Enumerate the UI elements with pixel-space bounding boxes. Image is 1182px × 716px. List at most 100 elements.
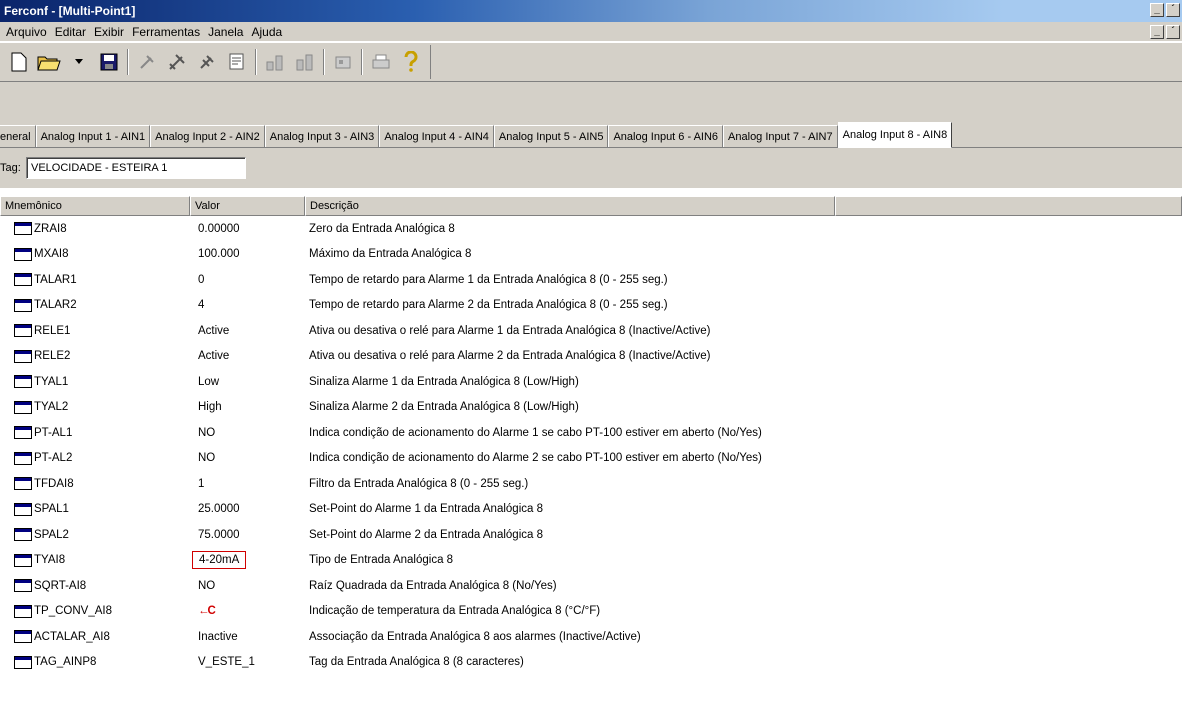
table-row[interactable]: TALAR2 4 Tempo de retardo para Alarme 2 …: [0, 293, 1182, 319]
row-value[interactable]: NO: [190, 452, 305, 464]
row-value[interactable]: Low: [190, 376, 305, 388]
table-row[interactable]: ACTALAR_AI8 Inactive Associação da Entra…: [0, 624, 1182, 650]
tab-ain7[interactable]: Analog Input 7 - AIN7: [723, 125, 838, 147]
row-value[interactable]: 75.0000: [190, 529, 305, 541]
table-row[interactable]: SPAL2 75.0000 Set-Point do Alarme 2 da E…: [0, 522, 1182, 548]
tab-strip: eneral Analog Input 1 - AIN1 Analog Inpu…: [0, 122, 1182, 148]
open-folder-icon[interactable]: [36, 49, 62, 75]
column-header-description[interactable]: Descrição: [305, 196, 835, 216]
child-minimize-button[interactable]: _: [1150, 25, 1164, 39]
row-mnemonic: SQRT-AI8: [34, 579, 87, 592]
column-header-value[interactable]: Valor: [190, 196, 305, 216]
row-value[interactable]: 0.00000: [190, 223, 305, 235]
row-value[interactable]: Inactive: [190, 631, 305, 643]
row-value[interactable]: 0: [190, 274, 305, 286]
table-row[interactable]: TYAL2 High Sinaliza Alarme 2 da Entrada …: [0, 395, 1182, 421]
row-value[interactable]: 25.0000: [190, 503, 305, 515]
parameter-table: Mnemônico Valor Descrição ZRAI8 0.00000 …: [0, 196, 1182, 675]
download-icon[interactable]: [262, 49, 288, 75]
highlighted-value[interactable]: 4-20mA: [192, 551, 247, 570]
parameter-icon: [14, 579, 32, 593]
connect-alt-icon[interactable]: [194, 49, 220, 75]
row-value[interactable]: NO: [190, 580, 305, 592]
table-row[interactable]: RELE1 Active Ativa ou desativa o relé pa…: [0, 318, 1182, 344]
module-icon[interactable]: [330, 49, 356, 75]
row-description: Indica condição de acionamento do Alarme…: [309, 426, 762, 439]
row-description: Indica condição de acionamento do Alarme…: [309, 452, 762, 465]
menu-ajuda[interactable]: Ajuda: [251, 25, 282, 39]
table-row[interactable]: SPAL1 25.0000 Set-Point do Alarme 1 da E…: [0, 497, 1182, 523]
row-description: Tag da Entrada Analógica 8 (8 caracteres…: [309, 656, 524, 669]
row-mnemonic: RELE2: [34, 350, 71, 363]
table-row[interactable]: TYAI8 4-20mA Tipo de Entrada Analógica 8: [0, 548, 1182, 574]
row-mnemonic: TALAR2: [34, 299, 77, 312]
column-header-empty: [835, 196, 1182, 216]
window-title: Ferconf - [Multi-Point1]: [4, 4, 136, 18]
row-mnemonic: RELE1: [34, 324, 71, 337]
table-row[interactable]: SQRT-AI8 NO Raíz Quadrada da Entrada Ana…: [0, 573, 1182, 599]
tag-input[interactable]: [26, 157, 246, 179]
column-header-mnemonic[interactable]: Mnemônico: [0, 196, 190, 216]
row-description: Sinaliza Alarme 2 da Entrada Analógica 8…: [309, 401, 579, 414]
disconnect-icon[interactable]: [134, 49, 160, 75]
table-row[interactable]: PT-AL2 NO Indica condição de acionamento…: [0, 446, 1182, 472]
minimize-button[interactable]: _: [1150, 3, 1164, 17]
table-row[interactable]: PT-AL1 NO Indica condição de acionamento…: [0, 420, 1182, 446]
row-value[interactable]: ←C: [198, 605, 216, 617]
table-row[interactable]: TALAR1 0 Tempo de retardo para Alarme 1 …: [0, 267, 1182, 293]
parameter-icon: [14, 477, 32, 491]
row-value[interactable]: Active: [190, 350, 305, 362]
toolbar-group: [4, 45, 431, 79]
row-value[interactable]: NO: [190, 427, 305, 439]
table-row[interactable]: RELE2 Active Ativa ou desativa o relé pa…: [0, 344, 1182, 370]
row-mnemonic: PT-AL1: [34, 426, 73, 439]
tab-ain6[interactable]: Analog Input 6 - AIN6: [608, 125, 724, 147]
tab-ain1[interactable]: Analog Input 1 - AIN1: [35, 125, 151, 147]
parameter-icon: [14, 655, 32, 669]
row-mnemonic: TALAR1: [34, 273, 77, 286]
tag-row: Tag:: [0, 148, 1182, 188]
table-row[interactable]: MXAI8 100.000 Máximo da Entrada Analógic…: [0, 242, 1182, 268]
table-row[interactable]: TAG_AINP8 V_ESTE_1 Tag da Entrada Analóg…: [0, 650, 1182, 676]
row-description: Zero da Entrada Analógica 8: [309, 222, 455, 235]
tab-general[interactable]: eneral: [0, 125, 36, 147]
child-restore-button[interactable]: ´: [1166, 25, 1180, 39]
row-value[interactable]: High: [190, 401, 305, 413]
print-icon[interactable]: [368, 49, 394, 75]
menu-janela[interactable]: Janela: [208, 25, 243, 39]
table-row[interactable]: TFDAI8 1 Filtro da Entrada Analógica 8 (…: [0, 471, 1182, 497]
menu-arquivo[interactable]: Arquivo: [6, 25, 47, 39]
upload-icon[interactable]: [292, 49, 318, 75]
new-file-icon[interactable]: [6, 49, 32, 75]
tab-ain5[interactable]: Analog Input 5 - AIN5: [493, 125, 609, 147]
save-icon[interactable]: [96, 49, 122, 75]
menu-exibir[interactable]: Exibir: [94, 25, 124, 39]
connect-icon[interactable]: [164, 49, 190, 75]
table-row[interactable]: TP_CONV_AI8 ←C Indicação de temperatura …: [0, 599, 1182, 625]
row-value[interactable]: 4: [190, 299, 305, 311]
table-row[interactable]: ZRAI8 0.00000 Zero da Entrada Analógica …: [0, 216, 1182, 242]
row-value[interactable]: V_ESTE_1: [190, 656, 305, 668]
tab-ain8[interactable]: Analog Input 8 - AIN8: [837, 122, 953, 148]
row-description: Filtro da Entrada Analógica 8 (0 - 255 s…: [309, 477, 529, 490]
row-description: Associação da Entrada Analógica 8 aos al…: [309, 630, 641, 643]
row-description: Tipo de Entrada Analógica 8: [309, 554, 454, 567]
row-description: Tempo de retardo para Alarme 1 da Entrad…: [309, 273, 668, 286]
tab-ain2[interactable]: Analog Input 2 - AIN2: [150, 125, 265, 147]
menu-ferramentas[interactable]: Ferramentas: [132, 25, 200, 39]
monitor-icon[interactable]: [224, 49, 250, 75]
parameter-icon: [14, 426, 32, 440]
menu-editar[interactable]: Editar: [55, 25, 86, 39]
row-value[interactable]: 1: [190, 478, 305, 490]
row-description: Raíz Quadrada da Entrada Analógica 8 (No…: [309, 579, 557, 592]
row-mnemonic: TYAL2: [34, 401, 69, 414]
table-row[interactable]: TYAL1 Low Sinaliza Alarme 1 da Entrada A…: [0, 369, 1182, 395]
tab-ain3[interactable]: Analog Input 3 - AIN3: [264, 125, 380, 147]
row-value[interactable]: Active: [190, 325, 305, 337]
help-icon[interactable]: [398, 49, 424, 75]
dropdown-arrow-icon[interactable]: [66, 49, 92, 75]
parameter-icon: [14, 400, 32, 414]
row-value[interactable]: 100.000: [190, 248, 305, 260]
tab-ain4[interactable]: Analog Input 4 - AIN4: [379, 125, 494, 147]
restore-button[interactable]: ´: [1166, 3, 1180, 17]
